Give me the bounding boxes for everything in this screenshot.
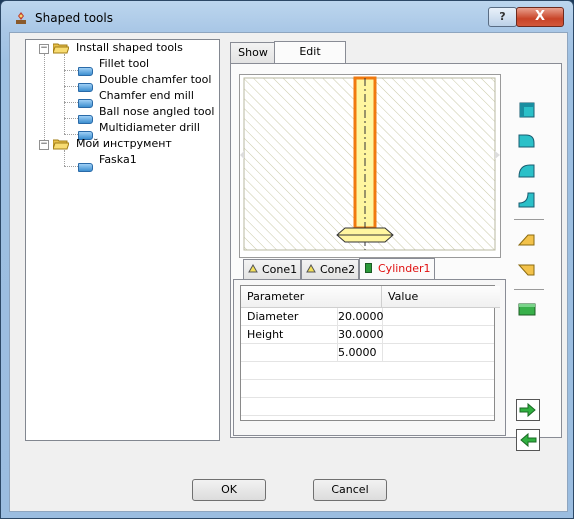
tab-cone2-label: Cone2 [320, 263, 356, 276]
param-value-cell[interactable]: 5.0000 [338, 344, 383, 362]
close-button[interactable]: X [516, 7, 564, 27]
segment-round-icon[interactable] [516, 159, 540, 181]
tree-connector [64, 166, 78, 167]
tab-cylinder1-label: Cylinder1 [378, 262, 431, 275]
segment-shape-toolbar [506, 64, 556, 451]
grid-empty-row [241, 362, 494, 380]
add-segment-icon[interactable] [516, 399, 540, 421]
tree-item-double-chamfer-tool[interactable]: Double chamfer tool [99, 72, 211, 88]
tool-icon [78, 115, 93, 124]
param-name-cell: Diameter [241, 308, 338, 326]
cancel-button[interactable]: Cancel [313, 479, 387, 501]
tree-item-ball-nose-angled-tool[interactable]: Ball nose angled tool [99, 104, 214, 120]
tree-connector [64, 118, 78, 119]
tree-connector [64, 86, 78, 87]
tab-cylinder1[interactable]: Cylinder1 [359, 258, 435, 280]
cylinder-icon [365, 263, 372, 273]
toolbar-separator [514, 289, 544, 290]
grid-empty-cell [383, 326, 494, 344]
collapse-toggle[interactable]: − [39, 44, 49, 54]
tool-icon [78, 67, 93, 76]
grid-empty-cell [383, 308, 494, 326]
edit-tab-panel: Cone1 Cone2 Cylinder1 Parameter Value Di… [230, 63, 562, 451]
collapse-toggle[interactable]: − [39, 140, 49, 150]
segment-cone-up-icon[interactable] [516, 229, 540, 251]
segment-fillet-inner-icon[interactable] [516, 129, 540, 151]
dialog-window: Shaped tools ? X − Install shaped tools [0, 0, 574, 519]
remove-segment-icon[interactable] [516, 429, 540, 451]
title-bar[interactable]: Shaped tools ? X [1, 1, 573, 35]
tree-item-faska1[interactable]: Faska1 [99, 152, 137, 168]
param-name-cell [241, 344, 338, 362]
cone-icon [248, 264, 258, 273]
tab-cone2[interactable]: Cone2 [301, 259, 359, 279]
segment-concave-icon[interactable] [516, 189, 540, 211]
tree-item-install-shaped-tools[interactable]: Install shaped tools [76, 40, 183, 56]
tool-icon [78, 83, 93, 92]
tree-item-fillet-tool[interactable]: Fillet tool [99, 56, 149, 72]
grid-empty-cell [383, 344, 494, 362]
open-folder-icon [53, 43, 69, 54]
param-value-cell[interactable]: 30.0000 [338, 326, 384, 344]
tool-icon [78, 163, 93, 172]
tool-preview-canvas[interactable] [239, 74, 501, 258]
tree-item-my-tools[interactable]: Мой инструмент [76, 136, 172, 152]
tree-connector [64, 150, 65, 166]
segment-panel: Parameter Value Diameter 20.0000 Height … [233, 279, 506, 436]
parameter-grid[interactable]: Parameter Value Diameter 20.0000 Height … [240, 285, 500, 421]
tab-cone1[interactable]: Cone1 [243, 259, 301, 279]
tool-preview-drawing [240, 76, 500, 251]
param-name-cell: Height [241, 326, 338, 344]
open-folder-icon [53, 139, 69, 150]
column-header-value[interactable]: Value [382, 286, 500, 308]
app-icon [16, 12, 26, 24]
grid-empty-row [241, 380, 494, 398]
ok-button[interactable]: OK [192, 479, 266, 501]
tree-connector [64, 134, 78, 135]
tree-item-multidiameter-drill[interactable]: Multidiameter drill [99, 120, 200, 136]
toolbar-separator [514, 219, 544, 220]
cone-icon [306, 264, 316, 273]
tab-edit[interactable]: Edit [274, 41, 346, 64]
tree-connector [64, 54, 65, 134]
tree-connector [44, 54, 45, 150]
segment-cylinder-icon[interactable] [516, 299, 540, 321]
tree-connector [64, 70, 78, 71]
segment-cone-down-icon[interactable] [516, 259, 540, 281]
tool-tree[interactable]: − Install shaped tools Fillet tool Doubl… [25, 39, 220, 441]
tree-item-chamfer-end-mill[interactable]: Chamfer end mill [99, 88, 194, 104]
tab-cone1-label: Cone1 [262, 263, 298, 276]
segment-fillet-outer-icon[interactable] [516, 99, 540, 121]
column-header-parameter[interactable]: Parameter [241, 286, 382, 308]
param-value-cell[interactable]: 20.0000 [338, 308, 384, 326]
help-button[interactable]: ? [488, 7, 517, 27]
window-title: Shaped tools [35, 11, 113, 25]
grid-empty-row [241, 398, 494, 416]
tab-show[interactable]: Show [230, 42, 276, 63]
tree-connector [64, 102, 78, 103]
dialog-client-area: − Install shaped tools Fillet tool Doubl… [9, 32, 568, 512]
tool-icon [78, 99, 93, 108]
